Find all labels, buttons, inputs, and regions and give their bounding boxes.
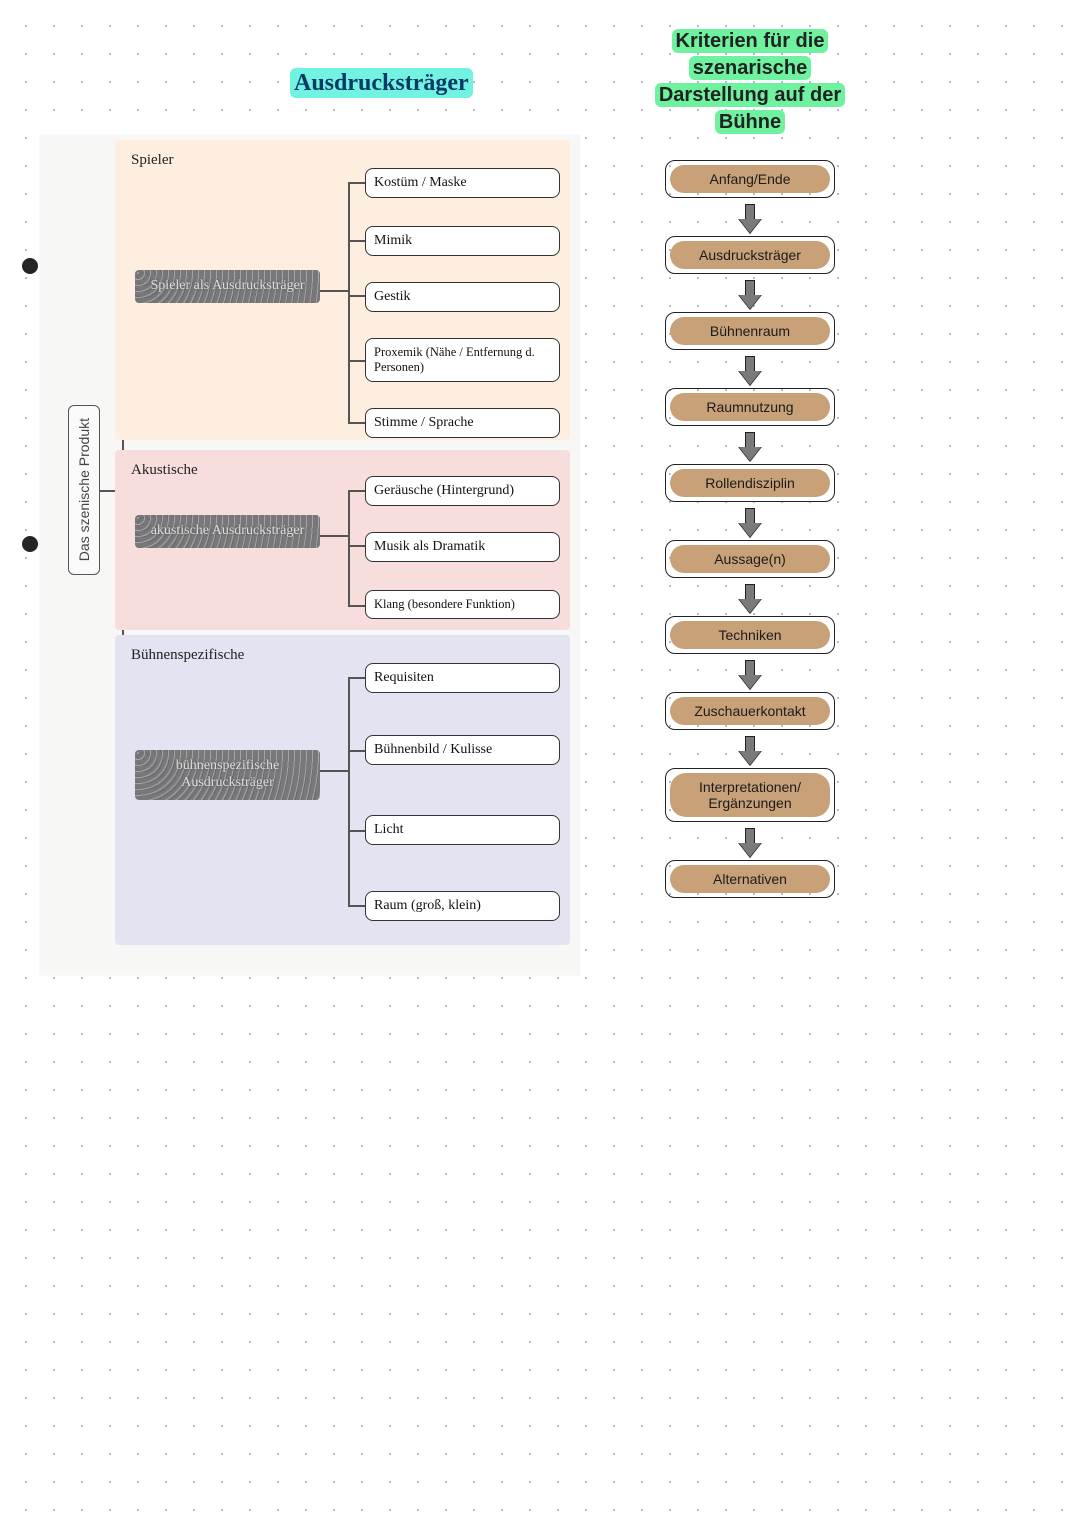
connector: [348, 295, 365, 297]
flow-step-label: Raumnutzung: [670, 393, 830, 421]
connector: [320, 535, 348, 537]
arrow-down-icon: [739, 584, 761, 614]
leaf-node: Requisiten: [365, 663, 560, 693]
flow-step: Aussage(n): [665, 540, 835, 578]
connector: [348, 830, 365, 832]
connector: [348, 905, 365, 907]
leaf-node: Proxemik (Nähe / Entfernung d. Personen): [365, 338, 560, 382]
flow-step: Bühnenraum: [665, 312, 835, 350]
leaf-node: Musik als Dramatik: [365, 532, 560, 562]
connector: [348, 360, 365, 362]
flow-step-label: Interpretationen/ Ergänzungen: [670, 773, 830, 817]
leaf-node: Gestik: [365, 282, 560, 312]
category-spieler: Spieler Spieler als Ausdrucksträger Kost…: [115, 140, 570, 440]
leaf-node: Geräusche (Hintergrund): [365, 476, 560, 506]
arrow-down-icon: [739, 508, 761, 538]
connector: [348, 750, 365, 752]
heading-ausdruckstraeger: Ausdrucksträger: [290, 70, 473, 97]
category-buehnenspezifische: Bühnenspezifische bühnenspezifische Ausd…: [115, 635, 570, 945]
heading-right-text: Kriterien für die szenarische Darstellun…: [655, 29, 845, 134]
connector: [348, 490, 365, 492]
root-node: Das szenische Produkt: [68, 405, 100, 575]
arrow-down-icon: [739, 204, 761, 234]
arrow-down-icon: [739, 828, 761, 858]
flow-step-label: Anfang/Ende: [670, 165, 830, 193]
flow-step: Zuschauerkontakt: [665, 692, 835, 730]
paper-hole-icon: [22, 258, 38, 274]
hub-node: Spieler als Ausdrucksträger: [135, 270, 320, 303]
arrow-down-icon: [739, 280, 761, 310]
flow-step-label: Techniken: [670, 621, 830, 649]
flow-step: Interpretationen/ Ergänzungen: [665, 768, 835, 822]
leaf-node: Mimik: [365, 226, 560, 256]
criteria-flowchart: Anfang/Ende Ausdrucksträger Bühnenraum R…: [630, 160, 870, 904]
flow-step: Raumnutzung: [665, 388, 835, 426]
flow-step-label: Ausdrucksträger: [670, 241, 830, 269]
connector: [348, 182, 350, 422]
connector: [348, 182, 365, 184]
leaf-node: Kostüm / Maske: [365, 168, 560, 198]
leaf-node: Bühnenbild / Kulisse: [365, 735, 560, 765]
connector: [348, 605, 365, 607]
connector: [348, 677, 365, 679]
flow-step: Alternativen: [665, 860, 835, 898]
connector: [348, 240, 365, 242]
flow-step: Techniken: [665, 616, 835, 654]
flow-step-label: Alternativen: [670, 865, 830, 893]
flow-step: Rollendisziplin: [665, 464, 835, 502]
flow-step: Ausdrucksträger: [665, 236, 835, 274]
arrow-down-icon: [739, 736, 761, 766]
root-label: Das szenische Produkt: [76, 418, 92, 561]
heading-kriterien: Kriterien für die szenarische Darstellun…: [640, 28, 860, 136]
connector: [348, 422, 365, 424]
arrow-down-icon: [739, 356, 761, 386]
leaf-node: Stimme / Sprache: [365, 408, 560, 438]
paper-hole-icon: [22, 536, 38, 552]
flow-step-label: Rollendisziplin: [670, 469, 830, 497]
connector: [348, 490, 350, 605]
leaf-node: Raum (groß, klein): [365, 891, 560, 921]
flow-step: Anfang/Ende: [665, 160, 835, 198]
mindmap-diagram: Das szenische Produkt Spieler Spieler al…: [40, 135, 580, 975]
flow-step-label: Bühnenraum: [670, 317, 830, 345]
leaf-node: Licht: [365, 815, 560, 845]
arrow-down-icon: [739, 660, 761, 690]
connector: [320, 770, 348, 772]
leaf-node: Klang (besondere Funktion): [365, 590, 560, 619]
heading-left-text: Ausdrucksträger: [290, 68, 473, 98]
arrow-down-icon: [739, 432, 761, 462]
flow-step-label: Aussage(n): [670, 545, 830, 573]
hub-node: akustische Ausdrucksträger: [135, 515, 320, 548]
flow-step-label: Zuschauerkontakt: [670, 697, 830, 725]
category-akustische: Akustische akustische Ausdrucksträger Ge…: [115, 450, 570, 630]
connector: [348, 677, 350, 905]
connector: [348, 545, 365, 547]
connector: [320, 290, 348, 292]
hub-node: bühnenspezifische Ausdrucksträger: [135, 750, 320, 800]
